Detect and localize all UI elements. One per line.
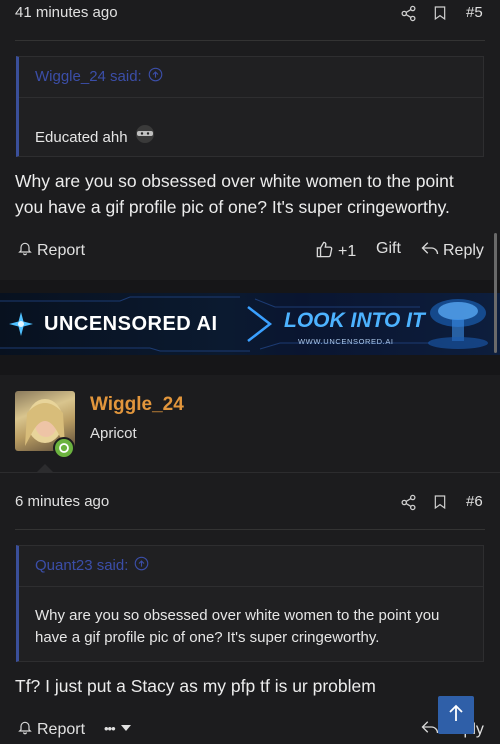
user-title: Apricot (90, 425, 137, 442)
username[interactable]: Wiggle_24 (90, 394, 184, 416)
ad-banner[interactable]: UNCENSORED AI LOOK INTO IT WWW.UNCENSORE… (0, 293, 500, 355)
ad-brand: UNCENSORED AI (44, 313, 218, 335)
quote-content: Educated ahh (35, 123, 467, 152)
post-body: Why are you so obsessed over white women… (15, 171, 454, 217)
bookmark-icon[interactable] (430, 492, 450, 512)
reply-icon (421, 240, 439, 261)
ad-cta: LOOK INTO IT (284, 309, 425, 332)
more-label: ••• (104, 720, 116, 736)
gift-label: Gift (376, 240, 401, 257)
scroll-to-top-button[interactable] (438, 696, 474, 734)
quote-header[interactable]: Quant23 said: (35, 546, 149, 584)
reply-button[interactable]: Reply (421, 240, 484, 261)
online-status-icon (53, 437, 75, 459)
gift-button[interactable]: Gift (376, 240, 401, 258)
divider (15, 40, 485, 41)
arrow-up-icon (448, 704, 464, 727)
share-icon[interactable] (398, 492, 418, 512)
divider (15, 529, 485, 530)
arrow-up-circle-icon[interactable] (148, 67, 163, 86)
post-separator (0, 355, 500, 375)
quote-author[interactable]: Wiggle_24 said: (35, 68, 142, 85)
bookmark-icon[interactable] (430, 3, 450, 23)
share-icon[interactable] (398, 3, 418, 23)
quote-text: Why are you so obsessed over white women… (35, 607, 440, 646)
quote-divider (19, 586, 483, 587)
thumbs-up-icon (315, 240, 334, 264)
chevron-down-icon (120, 719, 131, 737)
like-button[interactable]: +1 (315, 240, 356, 264)
quote-divider (19, 97, 483, 98)
post-separator (0, 280, 500, 293)
ninja-emoji-icon (134, 123, 156, 152)
reply-label: Reply (443, 241, 484, 259)
report-label: Report (37, 720, 86, 738)
bell-icon (17, 719, 33, 740)
report-label: Report (37, 241, 86, 259)
starburst-logo-icon (9, 312, 33, 336)
scrollbar[interactable] (494, 233, 497, 353)
post-time[interactable]: 41 minutes ago (15, 4, 118, 21)
divider (0, 472, 500, 473)
report-button[interactable]: Report (17, 719, 85, 740)
reply-icon (421, 719, 439, 740)
post-number[interactable]: #6 (466, 493, 483, 510)
like-count: +1 (338, 243, 357, 260)
more-options-button[interactable]: ••• (104, 719, 131, 737)
post-time[interactable]: 6 minutes ago (15, 493, 109, 510)
quote-block: Wiggle_24 said: Educated ahh (16, 56, 484, 157)
ad-url: WWW.UNCENSORED.AI (298, 337, 394, 346)
post-number[interactable]: #5 (466, 4, 483, 21)
quote-block: Quant23 said: Why are you so obsessed ov… (16, 545, 484, 662)
arrow-up-circle-icon[interactable] (134, 556, 149, 575)
post-body: Tf? I just put a Stacy as my pfp tf is u… (15, 676, 376, 696)
quote-text: Educated ahh (35, 128, 128, 146)
report-button[interactable]: Report (17, 240, 85, 261)
quote-author[interactable]: Quant23 said: (35, 557, 128, 574)
bell-icon (17, 240, 33, 261)
bubble-pointer (36, 464, 54, 473)
quote-header[interactable]: Wiggle_24 said: (35, 57, 163, 95)
